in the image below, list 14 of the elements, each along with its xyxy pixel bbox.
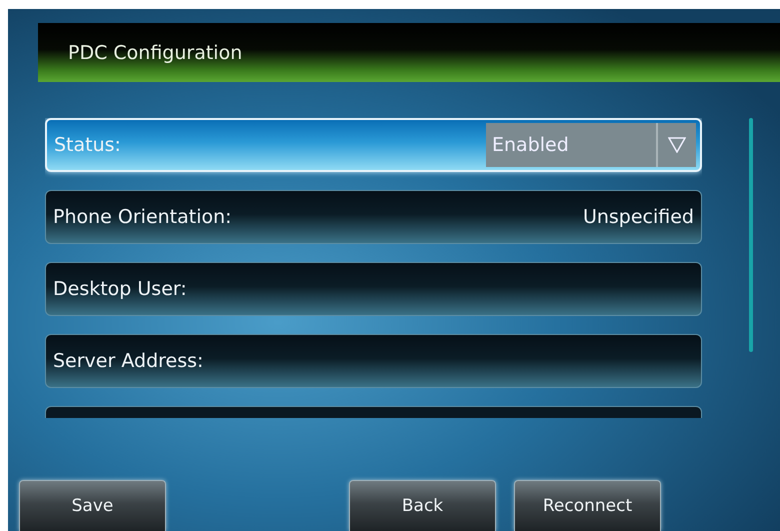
header-title: PDC Configuration <box>38 23 780 82</box>
action-button[interactable]: Reconnect <box>514 480 661 531</box>
setting-label: Desktop User: <box>53 278 188 300</box>
setting-row[interactable]: Server Address: <box>45 334 702 388</box>
setting-row[interactable]: Desktop User: <box>45 262 702 316</box>
setting-label: Server Address: <box>53 350 204 372</box>
scrollbar[interactable] <box>749 118 753 352</box>
setting-value: Unspecified <box>582 206 695 228</box>
setting-label: Phone Orientation: <box>53 206 233 228</box>
setting-label: Status: <box>54 134 122 156</box>
action-button[interactable]: Back <box>349 480 496 531</box>
dropdown-arrow-icon <box>668 137 686 153</box>
action-button[interactable]: Save <box>19 480 166 531</box>
setting-row[interactable]: Phone Orientation: Unspecified <box>45 190 702 244</box>
